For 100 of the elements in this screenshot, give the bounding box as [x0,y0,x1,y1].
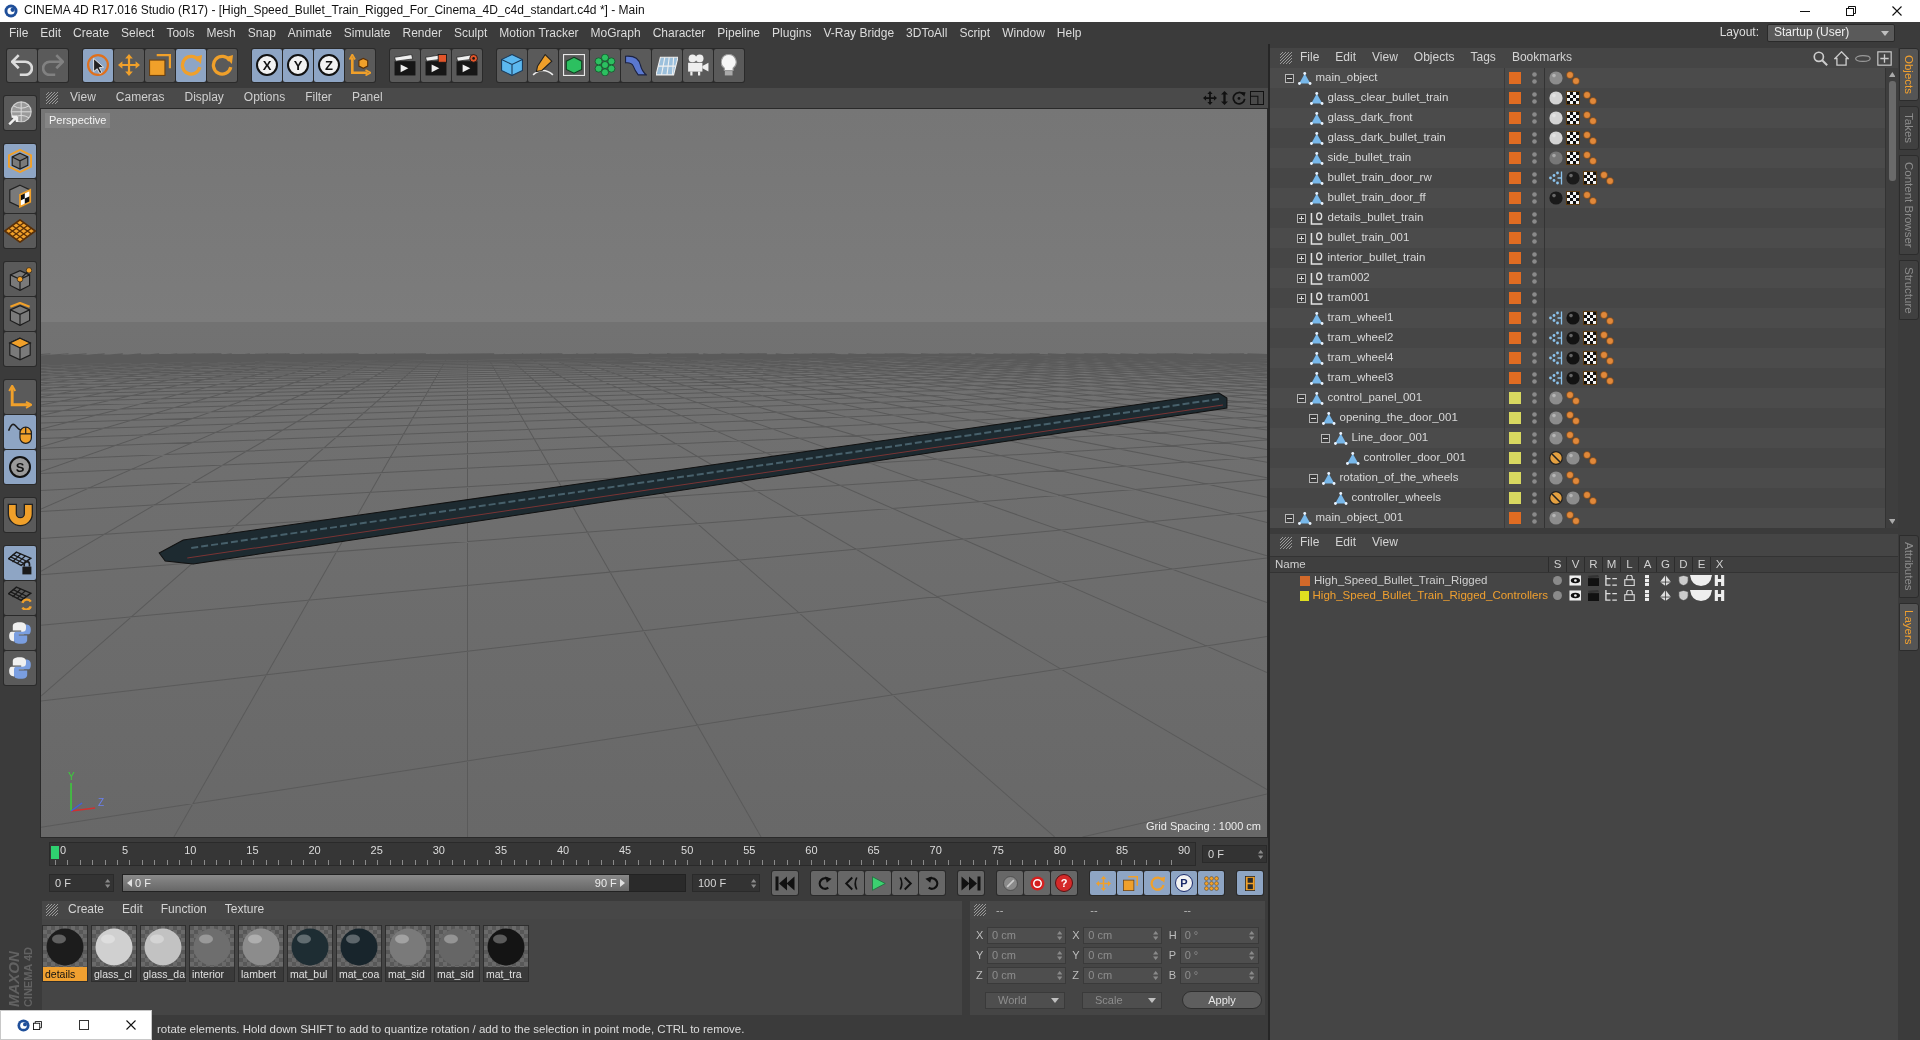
layout-dropdown[interactable]: Startup (User) [1767,24,1895,42]
menu-item[interactable]: Filter [297,91,340,105]
maximize-icon[interactable] [79,1020,89,1030]
select-button[interactable] [83,48,113,82]
object-row[interactable]: bullet_train_door_ff [1270,188,1885,208]
frame-field[interactable]: 100 F [692,874,760,892]
menu-item[interactable]: Script [953,23,997,43]
material-tile[interactable]: mat_sid [385,925,431,982]
menu-item[interactable]: Plugins [766,23,818,43]
menu-item[interactable]: Texture [216,903,273,917]
hierarchy-icon[interactable] [1604,575,1618,586]
range-fill[interactable]: 0 F 90 F [123,875,629,891]
panel-tab[interactable]: Objects [1899,48,1919,101]
coordinate-system-button[interactable] [345,48,375,82]
lock-icon[interactable] [1623,590,1635,601]
axis-lock-button[interactable]: Z [314,48,344,82]
collapse-icon[interactable] [1321,433,1330,443]
collapse-icon[interactable] [1285,73,1294,83]
python-script-button[interactable] [4,616,36,650]
menu-item[interactable]: Tags [1462,51,1504,65]
menu-item[interactable]: Bookmarks [1503,51,1580,65]
layer-name[interactable]: High_Speed_Bullet_Train_Rigged [1314,573,1488,588]
panel-tab[interactable]: Layers [1899,602,1919,652]
axis-lock-button[interactable]: X [252,48,282,82]
model-mode-button[interactable] [4,144,36,178]
timeline-ruler[interactable]: 0 5 10 15 20 25 30 35 40 45 50 55 60 65 70 75 80 85 90 [49,842,1196,866]
record-button[interactable] [1024,871,1050,895]
restore-icon[interactable] [33,1020,42,1030]
menu-item[interactable]: Animate [281,23,338,43]
subdivision-button[interactable] [559,48,589,82]
menu-item[interactable]: V-Ray Bridge [817,23,901,43]
range-slider[interactable]: 0 F 90 F [122,874,686,892]
menu-item[interactable]: Help [1050,23,1088,43]
menu-item[interactable]: File [3,23,35,43]
layer-name[interactable]: High_Speed_Bullet_Train_Rigged_Controllers [1312,588,1548,603]
parameter-button[interactable]: P [1171,871,1197,895]
menu-item[interactable]: Character [646,23,712,43]
workplane-rotate-button[interactable] [4,581,36,615]
expand-icon[interactable] [1297,233,1306,243]
timeline-panel-button[interactable] [1237,871,1263,895]
close-icon[interactable] [126,1020,136,1030]
points-mode-button[interactable] [4,262,36,296]
menu-item[interactable]: Create [60,903,113,917]
light-button[interactable] [714,48,744,82]
snap-button[interactable]: S [4,450,36,484]
axis-lock-button[interactable]: Y [283,48,313,82]
ellipse-icon[interactable] [1855,54,1871,62]
menu-item[interactable]: Create [67,23,116,43]
render-view-button[interactable] [390,48,420,82]
scrollbar-thumb[interactable] [1888,81,1896,181]
make-editable-button[interactable] [4,96,36,130]
menu-item[interactable]: Pipeline [711,23,767,43]
expand-icon[interactable] [1297,253,1306,263]
expand-icon[interactable] [1297,273,1306,283]
h-shape-icon[interactable] [1713,575,1725,586]
python-script-button[interactable] [4,651,36,685]
collapse-icon[interactable] [1309,473,1318,483]
eye-icon[interactable] [1568,575,1582,586]
workplane-mode-button[interactable] [4,214,36,248]
pyramid-icon[interactable] [1659,575,1671,586]
menu-item[interactable]: File [1292,536,1328,550]
menu-item[interactable]: Sculpt [447,23,494,43]
menu-item[interactable]: File [1292,51,1328,65]
material-tile[interactable]: mat_sid [434,925,480,982]
material-tile[interactable]: lambert [238,925,284,982]
previous-key-button[interactable] [811,871,837,895]
menu-item[interactable]: Tools [160,23,201,43]
expand-icon[interactable] [1297,213,1306,223]
go-to-end-button[interactable] [958,871,984,895]
axis-mode-button[interactable] [4,380,36,414]
cup-icon[interactable] [1690,590,1712,601]
scale-button[interactable] [145,48,175,82]
menu-item[interactable]: Options [235,91,294,105]
object-row[interactable]: glass_dark_front [1270,108,1885,128]
bar-stack-icon[interactable] [1644,575,1650,586]
menu-item[interactable]: View [1364,536,1406,550]
frame-field[interactable]: 0 F [1202,845,1267,863]
material-tile[interactable]: interior [189,925,235,982]
scrollbar[interactable] [1885,68,1898,528]
shield-icon[interactable] [1677,575,1689,586]
menu-item[interactable]: Display [176,91,232,105]
collapse-icon[interactable] [1309,413,1318,423]
object-row[interactable]: rotation_of_the_wheels [1270,468,1885,488]
lock-icon[interactable] [1623,575,1635,586]
menu-item[interactable]: Render [396,23,448,43]
material-tile[interactable]: glass_da [140,925,186,982]
dot-grid-button[interactable] [1198,871,1224,895]
next-frame-button[interactable] [892,871,918,895]
object-row[interactable]: side_bullet_train [1270,148,1885,168]
cup-icon[interactable] [1690,575,1712,586]
menu-item[interactable]: Select [115,23,161,43]
eye-icon[interactable] [1568,590,1582,601]
search-icon[interactable] [1813,50,1829,66]
menu-item[interactable]: Edit [1327,51,1365,65]
object-row[interactable]: tram002 [1270,268,1885,288]
hierarchy-icon[interactable] [1604,590,1618,601]
object-row[interactable]: main_object [1270,68,1885,88]
magnet-button[interactable] [4,498,36,532]
expand-icon[interactable] [1297,293,1306,303]
bar-stack-icon[interactable] [1644,590,1650,601]
